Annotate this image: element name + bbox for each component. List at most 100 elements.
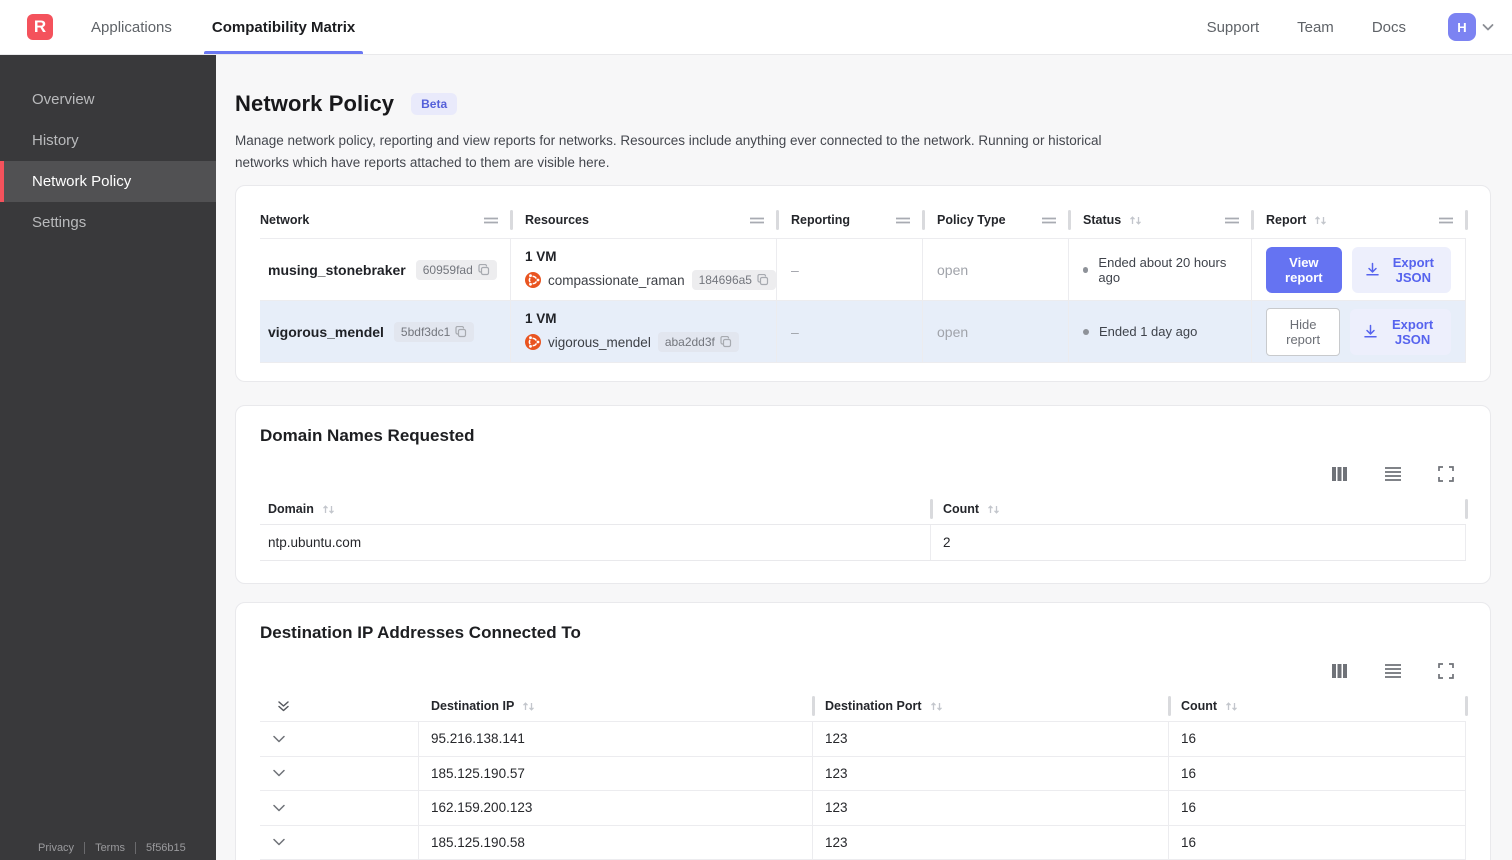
column-header-network[interactable]: Network bbox=[260, 202, 513, 238]
sort-icon[interactable] bbox=[930, 700, 943, 713]
view-report-button[interactable]: View report bbox=[1266, 246, 1342, 293]
column-header-policy-type[interactable]: Policy Type bbox=[923, 202, 1071, 238]
copy-icon[interactable] bbox=[720, 336, 732, 348]
footer-divider bbox=[135, 842, 137, 854]
row-density-icon[interactable] bbox=[1384, 466, 1402, 482]
column-resize-handle-icon[interactable] bbox=[1041, 216, 1057, 225]
copy-icon[interactable] bbox=[478, 263, 490, 276]
status-text: Ended 1 day ago bbox=[1099, 324, 1198, 340]
download-icon bbox=[1365, 262, 1380, 277]
column-resize-handle-icon[interactable] bbox=[895, 216, 911, 225]
destination-ip-cell: 185.125.190.57 bbox=[419, 756, 813, 791]
nav-item-docs[interactable]: Docs bbox=[1372, 19, 1406, 36]
resources-cell: 1 VM vigorous_mendel aba2dd3f bbox=[511, 301, 777, 363]
row-expander-cell bbox=[260, 825, 419, 860]
vm-count: 1 VM bbox=[525, 249, 557, 265]
reporting-cell: – bbox=[777, 301, 923, 363]
domain-names-card: Domain Names Requested Domain Count ntp.… bbox=[235, 405, 1491, 585]
resource-name: vigorous_mendel bbox=[548, 334, 651, 350]
expand-all-rows-icon[interactable] bbox=[273, 696, 294, 717]
report-cell: View report Export JSON bbox=[1252, 239, 1466, 301]
network-table-row[interactable]: musing_stonebraker 60959fad 1 VM compass… bbox=[260, 238, 1466, 301]
expand-icon[interactable] bbox=[1438, 663, 1454, 680]
nav-item-compatibility-matrix[interactable]: Compatibility Matrix bbox=[203, 0, 364, 54]
hide-report-button[interactable]: Hide report bbox=[1266, 307, 1341, 356]
resource-id-badge[interactable]: aba2dd3f bbox=[657, 332, 739, 353]
build-version: 5f56b15 bbox=[146, 842, 186, 854]
network-id-badge[interactable]: 5bdf3dc1 bbox=[393, 321, 475, 342]
sort-icon[interactable] bbox=[1129, 214, 1142, 227]
network-table-row[interactable]: vigorous_mendel 5bdf3dc1 1 VM vigorous_m… bbox=[260, 300, 1466, 364]
sidebar-item-history[interactable]: History bbox=[0, 120, 216, 161]
copy-icon[interactable] bbox=[455, 325, 467, 338]
sort-icon[interactable] bbox=[987, 503, 1000, 516]
download-icon bbox=[1363, 324, 1378, 339]
column-resize-handle-icon[interactable] bbox=[749, 216, 765, 225]
expand-icon[interactable] bbox=[1438, 466, 1454, 483]
domain-table-row[interactable]: ntp.ubuntu.com 2 bbox=[260, 524, 1466, 562]
domain-card-title: Domain Names Requested bbox=[260, 426, 475, 446]
row-expander-cell bbox=[260, 791, 419, 825]
destination-port-cell: 123 bbox=[813, 756, 1169, 791]
column-header-destination-ip[interactable]: Destination IP bbox=[419, 691, 815, 721]
destination-card-title: Destination IP Addresses Connected To bbox=[260, 623, 581, 643]
status-cell: Ended 1 day ago bbox=[1069, 301, 1252, 363]
column-header-count[interactable]: Count bbox=[1169, 691, 1468, 721]
beta-badge: Beta bbox=[411, 93, 458, 115]
destination-table-row[interactable]: 185.125.190.57 123 16 bbox=[260, 755, 1466, 791]
columns-icon[interactable] bbox=[1331, 663, 1348, 679]
nav-item-support[interactable]: Support bbox=[1207, 19, 1260, 36]
column-header-status[interactable]: Status bbox=[1069, 202, 1254, 238]
avatar[interactable]: H bbox=[1448, 13, 1476, 41]
export-json-button[interactable]: Export JSON bbox=[1351, 246, 1451, 293]
copy-icon[interactable] bbox=[757, 274, 769, 286]
sidebar-item-settings[interactable]: Settings bbox=[0, 202, 216, 243]
export-json-button[interactable]: Export JSON bbox=[1350, 308, 1451, 355]
row-expander-cell bbox=[260, 756, 419, 791]
resource-id-badge[interactable]: 184696a5 bbox=[691, 270, 776, 291]
column-divider bbox=[1465, 210, 1468, 231]
sort-icon[interactable] bbox=[1225, 700, 1238, 713]
column-header-resources[interactable]: Resources bbox=[511, 202, 779, 238]
sort-icon[interactable] bbox=[1314, 214, 1327, 227]
destination-table-row[interactable]: 95.216.138.141 123 16 bbox=[260, 721, 1466, 756]
sidebar: Overview History Network Policy Settings… bbox=[0, 55, 216, 860]
column-resize-handle-icon[interactable] bbox=[1438, 216, 1454, 225]
expand-all-header bbox=[260, 691, 419, 721]
row-density-icon[interactable] bbox=[1384, 663, 1402, 679]
destination-ip-card: Destination IP Addresses Connected To De… bbox=[235, 602, 1491, 860]
destination-ip-cell: 185.125.190.58 bbox=[419, 825, 813, 860]
user-menu[interactable]: H bbox=[1448, 13, 1496, 41]
app-logo[interactable]: R bbox=[27, 14, 53, 40]
chevron-down-icon[interactable] bbox=[269, 765, 289, 781]
destination-table-header: Destination IP Destination Port Count bbox=[260, 691, 1468, 721]
status-dot bbox=[1083, 328, 1089, 335]
column-header-reporting[interactable]: Reporting bbox=[777, 202, 925, 238]
destination-table-row[interactable]: 162.159.200.123 123 16 bbox=[260, 790, 1466, 825]
column-header-domain[interactable]: Domain bbox=[260, 494, 933, 524]
destination-table-row[interactable]: 185.125.190.58 123 16 bbox=[260, 824, 1466, 860]
column-header-count[interactable]: Count bbox=[931, 494, 1468, 524]
row-expander-cell bbox=[260, 722, 419, 756]
chevron-down-icon[interactable] bbox=[269, 800, 289, 816]
nav-item-applications[interactable]: Applications bbox=[89, 0, 174, 54]
column-resize-handle-icon[interactable] bbox=[483, 216, 499, 225]
column-header-destination-port[interactable]: Destination Port bbox=[813, 691, 1171, 721]
sort-icon[interactable] bbox=[522, 700, 535, 713]
column-header-report[interactable]: Report bbox=[1252, 202, 1468, 238]
sort-icon[interactable] bbox=[322, 503, 335, 516]
sidebar-item-overview[interactable]: Overview bbox=[0, 79, 216, 120]
sidebar-item-network-policy[interactable]: Network Policy bbox=[0, 161, 216, 202]
privacy-link[interactable]: Privacy bbox=[38, 842, 74, 854]
terms-link[interactable]: Terms bbox=[95, 842, 125, 854]
network-id-badge[interactable]: 60959fad bbox=[415, 259, 497, 280]
page-title: Network Policy bbox=[235, 91, 395, 116]
chevron-down-icon[interactable] bbox=[269, 834, 289, 850]
table-toolbar bbox=[260, 466, 1466, 483]
nav-item-team[interactable]: Team bbox=[1297, 19, 1334, 36]
chevron-down-icon[interactable] bbox=[269, 731, 289, 747]
column-divider bbox=[1465, 696, 1468, 717]
network-cell: vigorous_mendel 5bdf3dc1 bbox=[260, 301, 511, 363]
columns-icon[interactable] bbox=[1331, 466, 1348, 482]
column-resize-handle-icon[interactable] bbox=[1224, 216, 1240, 225]
